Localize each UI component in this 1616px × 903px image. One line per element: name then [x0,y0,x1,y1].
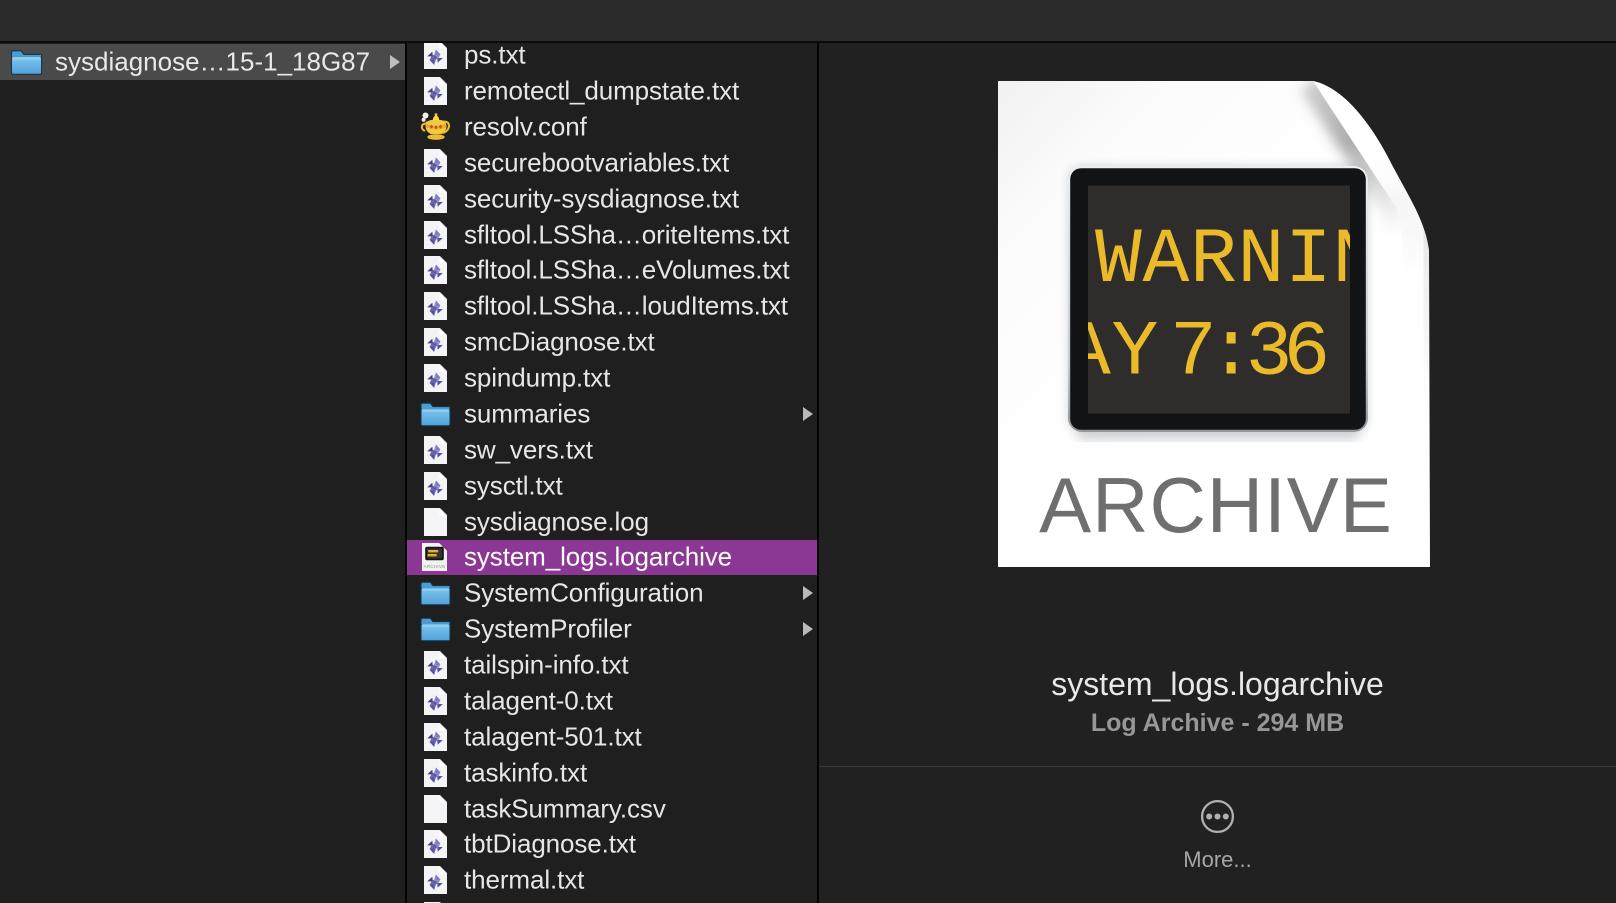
svg-text:7:36: 7:36 [1170,310,1325,398]
svg-text:ARCHIVE: ARCHIVE [1039,461,1393,549]
